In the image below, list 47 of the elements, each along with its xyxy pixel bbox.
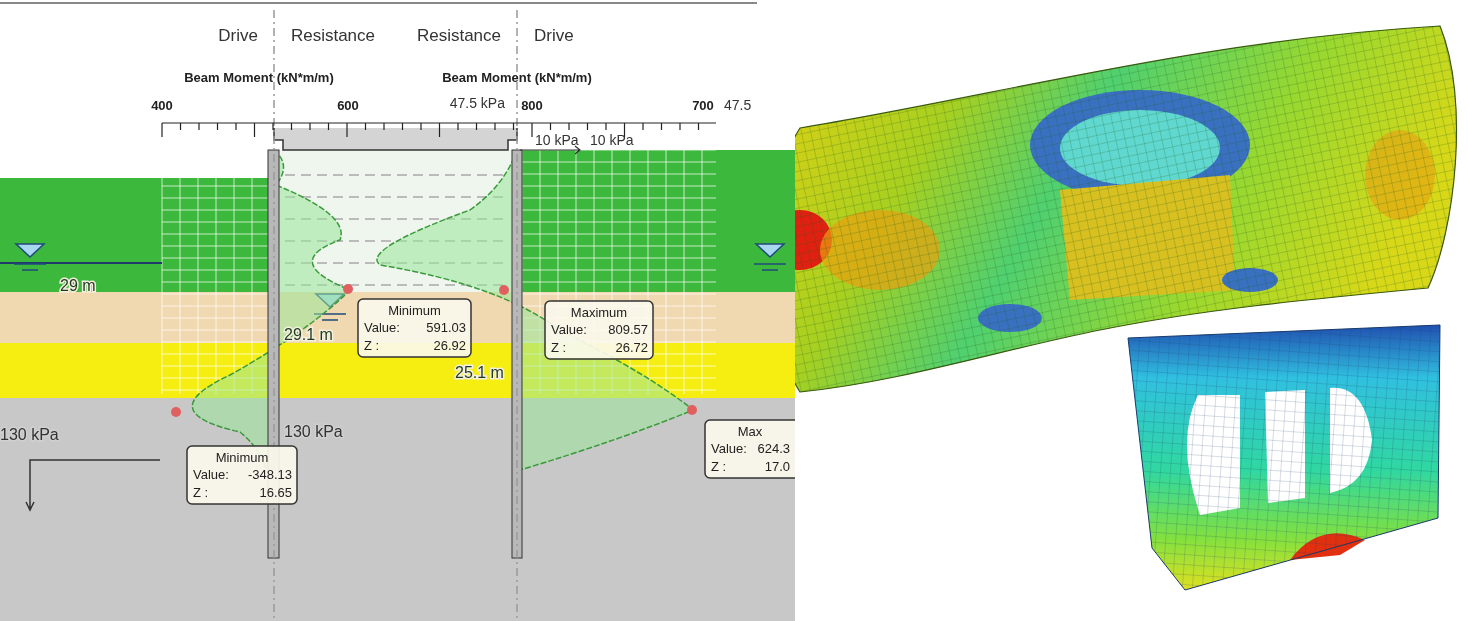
zone-label: Drive	[534, 26, 574, 45]
pressure-label: 130 kPa	[284, 423, 343, 440]
axis-tick-label: 700	[692, 98, 714, 113]
axis-tick-label: 800	[521, 98, 543, 113]
peak-marker	[499, 285, 509, 295]
load-label: 10 kPa	[590, 132, 634, 148]
callout-value: 591.03	[426, 320, 466, 335]
zone-label: Resistance	[416, 26, 502, 45]
callout-value: 809.57	[608, 322, 648, 337]
callout-value: 16.65	[259, 485, 292, 500]
callout-value: 26.72	[615, 340, 648, 355]
callout-value: 624.3	[757, 441, 790, 456]
callout-field-label: Value:	[364, 320, 400, 335]
callout-field-label: Value:	[551, 322, 587, 337]
callout-field-label: Value:	[711, 441, 747, 456]
callout-title: Maximum	[570, 305, 628, 320]
callout-value: 26.92	[433, 338, 466, 353]
callout-field-label: Value:	[193, 467, 229, 482]
elevation-label: 29.1 m	[284, 326, 333, 343]
load-label: 47.5 kPa	[449, 95, 505, 111]
peak-marker	[171, 407, 181, 417]
elevation-label: 29 m	[60, 277, 96, 294]
load-arrow	[519, 145, 581, 155]
callout-title: Minimum	[388, 303, 441, 318]
callout-field-label: Z :	[193, 485, 209, 500]
pressure-label: 130 kPa	[0, 426, 59, 443]
axis-title: Beam Moment (kN*m/m)	[184, 70, 334, 85]
elevation-label: 25.1 m	[455, 364, 504, 381]
callout-title: Max	[737, 424, 763, 439]
axis-title: Beam Moment (kN*m/m)	[442, 70, 592, 85]
callout-value: -348.13	[247, 467, 292, 482]
peak-marker	[687, 405, 697, 415]
load-label: 10 kPa	[535, 132, 579, 148]
callout-title: Minimum	[215, 450, 269, 465]
axis-tick-label: 600	[337, 98, 359, 113]
peak-marker	[343, 284, 353, 294]
callout-field-label: Z :	[711, 459, 727, 474]
load-label: 47.5	[724, 97, 752, 113]
water-level-icon	[313, 293, 347, 321]
callout-field-label: Z :	[551, 340, 567, 355]
water-level-icon	[13, 243, 47, 271]
zone-label: Resistance	[290, 26, 376, 45]
callout-field-label: Z :	[364, 338, 380, 353]
axis-tick-label: 400	[151, 98, 173, 113]
water-level-icon	[753, 243, 787, 271]
zone-label: Drive	[218, 26, 258, 45]
callout-value: 17.0	[764, 459, 790, 474]
